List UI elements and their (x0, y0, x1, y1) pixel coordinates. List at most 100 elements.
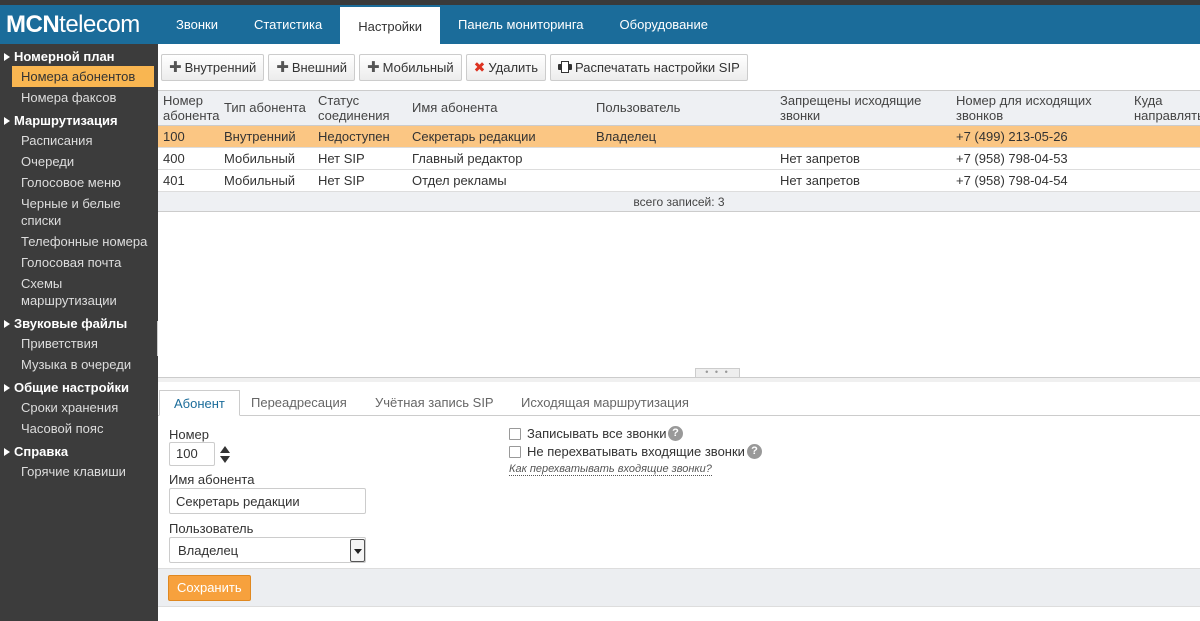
sidebar-item-schedules[interactable]: Расписания (0, 130, 158, 151)
cell-outgoing-number: +7 (958) 798-04-54 (956, 173, 1068, 188)
sidebar-item-routing-schemes[interactable]: Схемы маршрутизации (0, 273, 158, 311)
print-sip-button[interactable]: Распечатать настройки SIP (550, 53, 748, 81)
sidebar-group-sound-files[interactable]: Звуковые файлы (0, 311, 158, 333)
help-icon[interactable]: ? (747, 444, 762, 459)
cell-user (596, 148, 776, 170)
cell-number: 400 (163, 151, 185, 166)
sidebar-item-voice-menu[interactable]: Голосовое меню (0, 172, 158, 193)
tab-sip-account[interactable]: Учётная запись SIP (361, 390, 508, 416)
add-mobile-button[interactable]: ✚ Мобильный (359, 53, 462, 81)
sidebar-item-timezone[interactable]: Часовой пояс (0, 418, 158, 439)
table-row[interactable]: 100 Внутренний Недоступен Секретарь реда… (158, 126, 1200, 148)
cell-type: Мобильный (224, 151, 296, 166)
number-stepper[interactable] (219, 445, 231, 465)
nav-tab-statistics[interactable]: Статистика (236, 5, 340, 44)
logo-bold: MCN (6, 11, 60, 38)
table-row[interactable]: 400 Мобильный Нет SIP Главный редактор Н… (158, 148, 1200, 170)
cell-user: Владелец (596, 129, 657, 144)
sidebar-group-general-settings[interactable]: Общие настройки (0, 375, 158, 397)
nav-tab-equipment[interactable]: Оборудование (602, 5, 726, 44)
cell-name: Главный редактор (412, 151, 523, 166)
sidebar: Номерной план Номера абонентов Номера фа… (0, 44, 158, 621)
record-all-label[interactable]: Записывать все звонки (527, 426, 666, 441)
sidebar-item-black-white-lists[interactable]: Черные и белые списки (0, 193, 158, 231)
toolbar: ✚ Внутренний ✚ Внешний ✚ Мобильный ✖ Удалить… (158, 44, 1200, 90)
cell-number: 401 (163, 173, 185, 188)
logo-rest: telecom (59, 11, 140, 38)
subscriber-name-label: Имя абонента (169, 472, 255, 487)
tab-subscriber[interactable]: Абонент (159, 390, 240, 416)
column-header-name[interactable]: Имя абонента (412, 91, 592, 125)
sidebar-item-phone-numbers[interactable]: Телефонные номера (0, 231, 158, 252)
record-all-checkbox[interactable] (509, 428, 521, 440)
stepper-up-icon[interactable] (220, 446, 230, 453)
number-label: Номер (169, 427, 210, 442)
grid-record-count: всего записей: 3 (158, 192, 1200, 212)
grid-header: Номер абонента Тип абонента Статус соеди… (158, 91, 1200, 126)
form-tabs: Абонент Переадресация Учётная запись SIP… (158, 382, 1200, 416)
sidebar-group-routing[interactable]: Маршрутизация (0, 108, 158, 130)
column-header-number[interactable]: Номер абонента (163, 91, 221, 125)
tab-forwarding[interactable]: Переадресация (237, 390, 361, 416)
no-intercept-label[interactable]: Не перехватывать входящие звонки (527, 444, 745, 459)
nav-tab-monitoring[interactable]: Панель мониторинга (440, 5, 602, 44)
sidebar-item-queue-music[interactable]: Музыка в очереди (0, 354, 158, 375)
sidebar-item-queues[interactable]: Очереди (0, 151, 158, 172)
sidebar-group-number-plan[interactable]: Номерной план (0, 44, 158, 66)
printer-icon (558, 61, 573, 73)
cell-status: Нет SIP (318, 151, 365, 166)
intercept-help-link[interactable]: Как перехватывать входящие звонки? (509, 463, 712, 476)
subscriber-name-input[interactable] (169, 488, 366, 514)
number-input[interactable] (169, 442, 215, 466)
triangle-right-icon (4, 383, 10, 392)
help-icon[interactable]: ? (668, 426, 683, 441)
cell-outgoing-blocked: Нет запретов (780, 173, 860, 188)
user-select[interactable]: Владелец (169, 537, 366, 563)
cell-number: 100 (163, 129, 185, 144)
stepper-down-icon[interactable] (220, 456, 230, 463)
sidebar-item-hotkeys[interactable]: Горячие клавиши (0, 461, 158, 482)
triangle-right-icon (4, 52, 10, 61)
delete-x-icon: ✖ (473, 59, 486, 75)
nav-tab-settings[interactable]: Настройки (340, 5, 441, 44)
table-row[interactable]: 401 Мобильный Нет SIP Отдел рекламы Нет … (158, 170, 1200, 192)
column-header-user[interactable]: Пользователь (596, 91, 776, 125)
logo[interactable]: MCNtelecom (0, 5, 160, 44)
cell-outgoing-blocked: Нет запретов (780, 151, 860, 166)
cell-type: Внутренний (224, 129, 296, 144)
add-internal-button[interactable]: ✚ Внутренний (161, 53, 265, 81)
subscribers-grid: Номер абонента Тип абонента Статус соеди… (158, 90, 1200, 378)
nav-tab-calls[interactable]: Звонки (158, 5, 236, 44)
sidebar-item-voicemail[interactable]: Голосовая почта (0, 252, 158, 273)
sidebar-item-subscriber-numbers[interactable]: Номера абонентов (12, 66, 154, 87)
user-select-value: Владелец (178, 543, 239, 558)
column-header-outgoing-number[interactable]: Номер для исходящих звонков (956, 91, 1128, 125)
cell-name: Секретарь редакции (412, 129, 536, 144)
add-external-button[interactable]: ✚ Внешний (268, 53, 356, 81)
chevron-down-icon[interactable] (350, 539, 365, 562)
sidebar-item-retention[interactable]: Сроки хранения (0, 397, 158, 418)
no-intercept-checkbox[interactable] (509, 446, 521, 458)
cell-type: Мобильный (224, 173, 296, 188)
tab-outgoing-routing[interactable]: Исходящая маршрутизация (507, 390, 703, 416)
delete-button[interactable]: ✖ Удалить (465, 53, 547, 81)
cell-status: Недоступен (318, 129, 390, 144)
sidebar-item-fax-numbers[interactable]: Номера факсов (0, 87, 158, 108)
column-header-outgoing-blocked[interactable]: Запрещены исходящие звонки (780, 91, 952, 125)
sidebar-group-help[interactable]: Справка (0, 439, 158, 461)
cell-outgoing-number: +7 (958) 798-04-53 (956, 151, 1068, 166)
triangle-right-icon (4, 116, 10, 125)
plus-icon: ✚ (276, 58, 289, 76)
plus-icon: ✚ (367, 58, 380, 76)
sidebar-item-greetings[interactable]: Приветствия (0, 333, 158, 354)
column-header-type[interactable]: Тип абонента (224, 91, 314, 125)
cell-user (596, 170, 776, 192)
column-header-forward-to[interactable]: Куда направлять звонок (1134, 91, 1200, 125)
cell-outgoing-blocked (780, 126, 952, 148)
user-label: Пользователь (169, 521, 254, 536)
form-actions-bar: Сохранить (158, 568, 1200, 606)
triangle-right-icon (4, 319, 10, 328)
bottom-spacer (158, 606, 1200, 621)
column-header-status[interactable]: Статус соединения (318, 91, 403, 125)
save-button[interactable]: Сохранить (168, 575, 251, 601)
